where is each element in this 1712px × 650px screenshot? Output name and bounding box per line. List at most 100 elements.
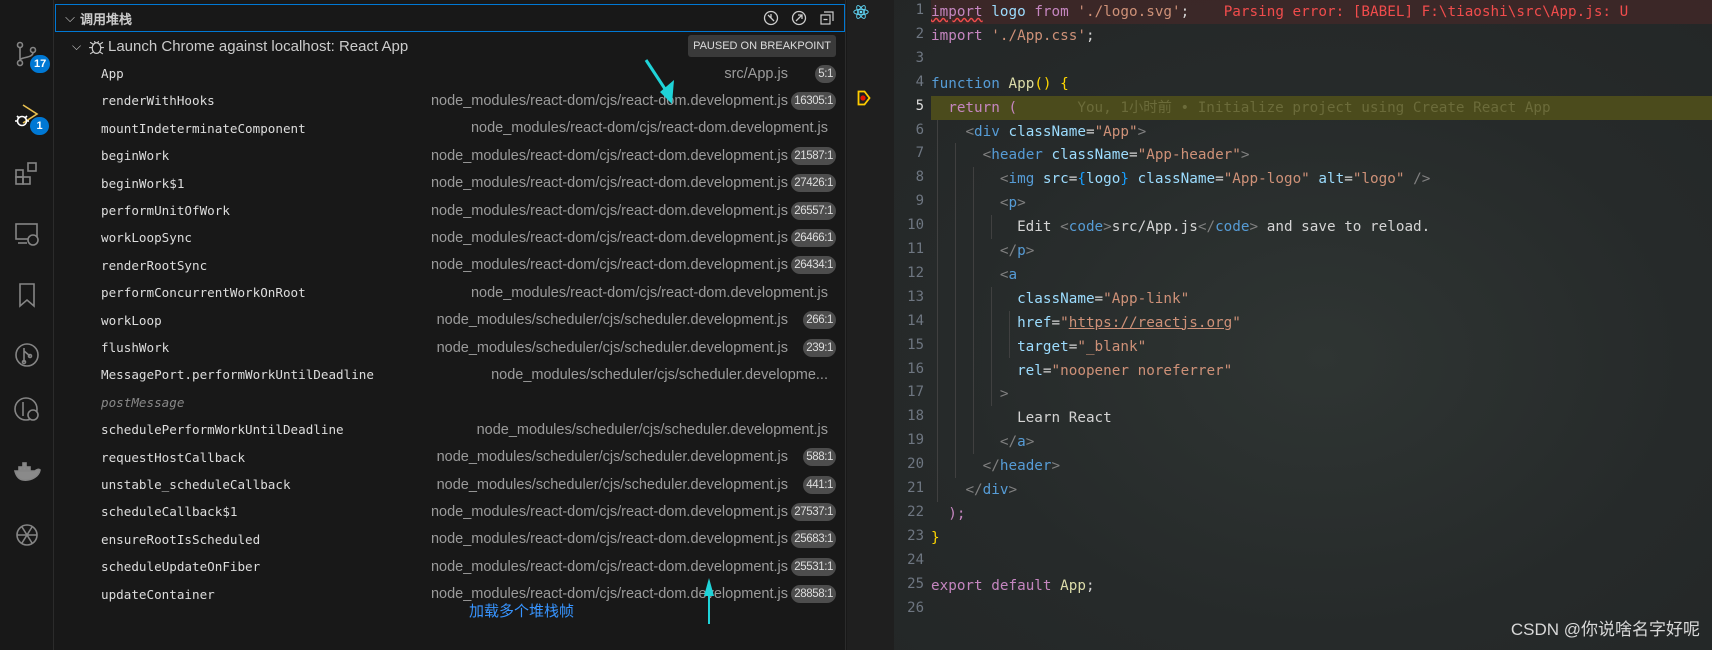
line-number: 17	[907, 384, 924, 401]
code-token: </	[982, 458, 1000, 475]
code-token: ;	[1085, 27, 1095, 44]
activity-git-graph[interactable]	[8, 336, 46, 374]
code-line[interactable]: <a	[931, 263, 1712, 287]
code-token: "noopener noreferrer"	[1051, 362, 1233, 379]
code-line[interactable]: </header>	[931, 454, 1712, 478]
code-token: code	[1068, 219, 1104, 236]
indent-guide	[955, 143, 956, 478]
code-line[interactable]: }	[931, 526, 1712, 550]
code-token: className	[1051, 147, 1129, 164]
code-line[interactable]: <img src={logo} className="App-logo" alt…	[931, 167, 1712, 191]
code-line[interactable]: rel="noopener noreferrer"	[931, 359, 1712, 383]
code-line[interactable]: Learn React	[931, 406, 1712, 430]
code-line[interactable]: export default App;	[931, 574, 1712, 598]
code-token: p	[1017, 243, 1026, 259]
line-number: 13	[907, 288, 924, 305]
activity-run-debug[interactable]: 1	[8, 97, 49, 135]
code-token: =	[1129, 147, 1138, 164]
code-line[interactable]	[931, 48, 1712, 72]
code-token: App	[1008, 75, 1035, 92]
code-token: </	[965, 482, 983, 498]
code-line[interactable]	[931, 550, 1712, 574]
code-token: );	[948, 505, 966, 522]
code-token: >	[1249, 219, 1259, 236]
code-token: >	[1025, 434, 1035, 451]
code-token: and save to reload.	[1258, 219, 1431, 236]
code-token: </	[1197, 219, 1216, 236]
code-line[interactable]: </p>	[931, 239, 1712, 263]
code-line[interactable]: <p>	[931, 191, 1712, 215]
code-token: }	[931, 529, 940, 546]
activity-remote-explorer[interactable]	[8, 215, 46, 253]
indent-guide	[991, 215, 992, 239]
code-line[interactable]: href="https://reactjs.org"	[931, 311, 1712, 335]
docker-icon	[13, 462, 41, 481]
code-token: "App-logo"	[1223, 171, 1310, 188]
code-line[interactable]: </div>	[931, 478, 1712, 502]
line-number: 20	[907, 456, 924, 473]
line-number: 25	[907, 575, 924, 592]
code-line[interactable]: return ( You, 1小时前 • Initialize project …	[931, 95, 1712, 120]
activity-badge: 1	[30, 117, 49, 135]
activity-git-history[interactable]	[8, 390, 46, 428]
code-token: header	[999, 458, 1052, 475]
code-token: a	[1008, 266, 1018, 283]
code-token: >	[1103, 219, 1112, 236]
code-line[interactable]: function App() {	[931, 72, 1712, 96]
code-line[interactable]: >	[931, 382, 1712, 406]
code-token: >	[1017, 195, 1026, 212]
code-line[interactable]: Edit <code>src/App.js</code> and save to…	[931, 215, 1712, 239]
code-token: "logo"	[1352, 171, 1405, 188]
line-number: 10	[907, 217, 924, 234]
code-token: import	[931, 4, 983, 20]
code-token: =	[1344, 171, 1353, 188]
code-token: function	[931, 75, 1000, 92]
code-token: code	[1215, 219, 1250, 236]
code-token: header	[991, 147, 1043, 164]
code-token: >	[1051, 458, 1061, 475]
code-token: Parsing error: [BABEL] F:\tiaoshi\src\Ap…	[1189, 4, 1629, 20]
code-line[interactable]: import './App.css';	[931, 24, 1712, 48]
activity-openai[interactable]	[8, 516, 46, 554]
code-token: a	[1017, 434, 1026, 451]
code-line[interactable]: import logo from './logo.svg'; Parsing e…	[931, 0, 1712, 24]
code-token: <	[965, 123, 975, 140]
code-token: className	[1017, 290, 1095, 307]
line-number: 19	[907, 432, 924, 449]
code-line[interactable]: className="App-link"	[931, 287, 1712, 311]
code-line[interactable]: </a>	[931, 430, 1712, 454]
line-number: 23	[907, 527, 924, 544]
line-number: 11	[907, 241, 924, 257]
line-number: 7	[915, 145, 924, 162]
activity-bookmark[interactable]	[8, 276, 46, 314]
breakpoint-current-icon[interactable]	[857, 90, 871, 106]
code-editor[interactable]: 1 import logo from './logo.svg'; Parsing …	[847, 0, 1712, 650]
git-history-icon	[14, 397, 39, 421]
code-token: default	[991, 577, 1052, 594]
code-line[interactable]: target="_blank"	[931, 335, 1712, 359]
line-number: 26	[907, 599, 924, 616]
line-number: 1	[915, 2, 924, 18]
openai-icon	[16, 524, 38, 546]
code-line[interactable]: <div className="App">	[931, 120, 1712, 144]
code-token: Learn React	[1017, 410, 1112, 427]
code-line[interactable]: <header className="App-header">	[931, 143, 1712, 167]
code-line[interactable]: );	[931, 502, 1712, 526]
line-number: 22	[907, 503, 924, 520]
activity-docker[interactable]	[8, 452, 46, 490]
activity-extensions[interactable]	[8, 155, 46, 193]
indent-guide	[937, 119, 938, 502]
activity-source-control[interactable]: 17	[8, 35, 51, 73]
